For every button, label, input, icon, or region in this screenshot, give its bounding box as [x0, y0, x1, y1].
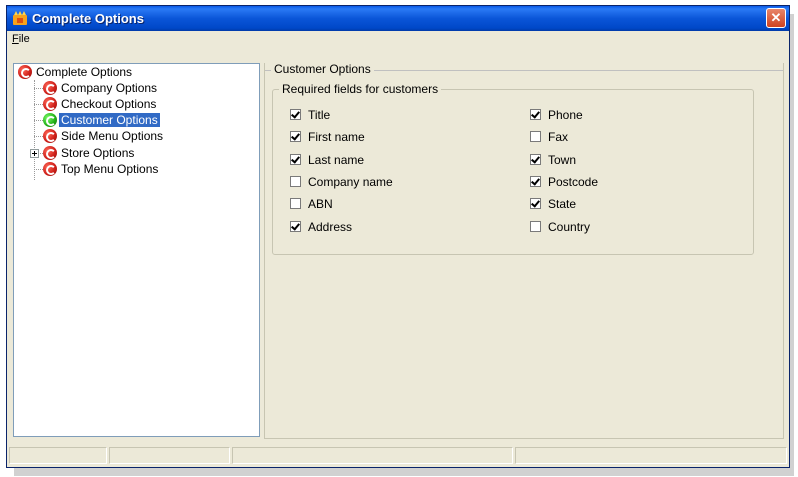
checkbox-label: First name	[308, 130, 365, 144]
checkbox-box[interactable]	[290, 131, 301, 142]
checkbox-label: Fax	[548, 130, 569, 144]
checkbox-box[interactable]	[530, 176, 541, 187]
tree-item-label: Store Options	[61, 146, 135, 160]
tree-connector	[34, 104, 43, 105]
group-title: Required fields for customers	[279, 82, 442, 96]
checkbox-label: Phone	[548, 108, 583, 122]
checkbox-label: Title	[308, 108, 331, 122]
close-icon: ✕	[770, 10, 782, 25]
status-bar	[7, 443, 789, 467]
expand-plus-icon[interactable]	[30, 149, 39, 158]
checkbox-box[interactable]	[530, 221, 541, 232]
checkbox-label: ABN	[308, 197, 333, 211]
status-pane	[232, 447, 513, 464]
options-active-icon	[43, 113, 57, 127]
tree-item-label: Top Menu Options	[61, 162, 159, 176]
options-icon	[43, 162, 57, 176]
app-icon	[13, 11, 27, 25]
tree-connector	[34, 88, 43, 89]
window-title: Complete Options	[32, 11, 144, 26]
options-icon	[43, 129, 57, 143]
options-icon	[18, 65, 32, 79]
checkbox-label: Country	[548, 220, 591, 234]
tree-connector	[34, 169, 43, 170]
close-button[interactable]: ✕	[766, 8, 786, 28]
checkbox-box[interactable]	[530, 154, 541, 165]
checkbox-label: Company name	[308, 175, 393, 189]
checkbox-label: State	[548, 197, 577, 211]
tree-item-label: Customer Options	[59, 113, 160, 127]
options-icon	[43, 97, 57, 111]
checkbox-label: Postcode	[548, 175, 599, 189]
tree-item-label: Complete Options	[36, 65, 133, 79]
menu-bar: File	[7, 31, 789, 49]
tree-item-label: Checkout Options	[61, 97, 157, 111]
checkbox-box[interactable]	[530, 131, 541, 142]
menu-file[interactable]: File	[12, 33, 30, 45]
tree-item-label: Company Options	[61, 81, 158, 95]
tree-connector	[34, 120, 43, 121]
menu-file-accelerator: F	[12, 33, 19, 45]
status-pane	[9, 447, 107, 464]
checkbox-box[interactable]	[290, 109, 301, 120]
checkbox-box[interactable]	[530, 198, 541, 209]
options-icon	[43, 146, 57, 160]
checkbox-box[interactable]	[290, 176, 301, 187]
options-window: Complete Options ✕ File Complete Options…	[6, 5, 790, 468]
checkbox-box[interactable]	[530, 109, 541, 120]
checkbox-box[interactable]	[290, 154, 301, 165]
tree-item-label: Side Menu Options	[61, 129, 164, 143]
checkbox-label: Town	[548, 153, 577, 167]
options-tree[interactable]: Complete Options Company Options Checkou…	[13, 63, 260, 437]
title-bar[interactable]: Complete Options ✕	[7, 6, 789, 31]
status-pane	[109, 447, 230, 464]
checkbox-box[interactable]	[290, 221, 301, 232]
checkbox-box[interactable]	[290, 198, 301, 209]
tree-connector	[34, 80, 35, 180]
checkbox-label: Address	[308, 220, 353, 234]
status-pane	[515, 447, 787, 464]
menu-file-label: ile	[18, 33, 30, 45]
options-icon	[43, 81, 57, 95]
checkbox-label: Last name	[308, 153, 365, 167]
tree-connector	[34, 136, 43, 137]
